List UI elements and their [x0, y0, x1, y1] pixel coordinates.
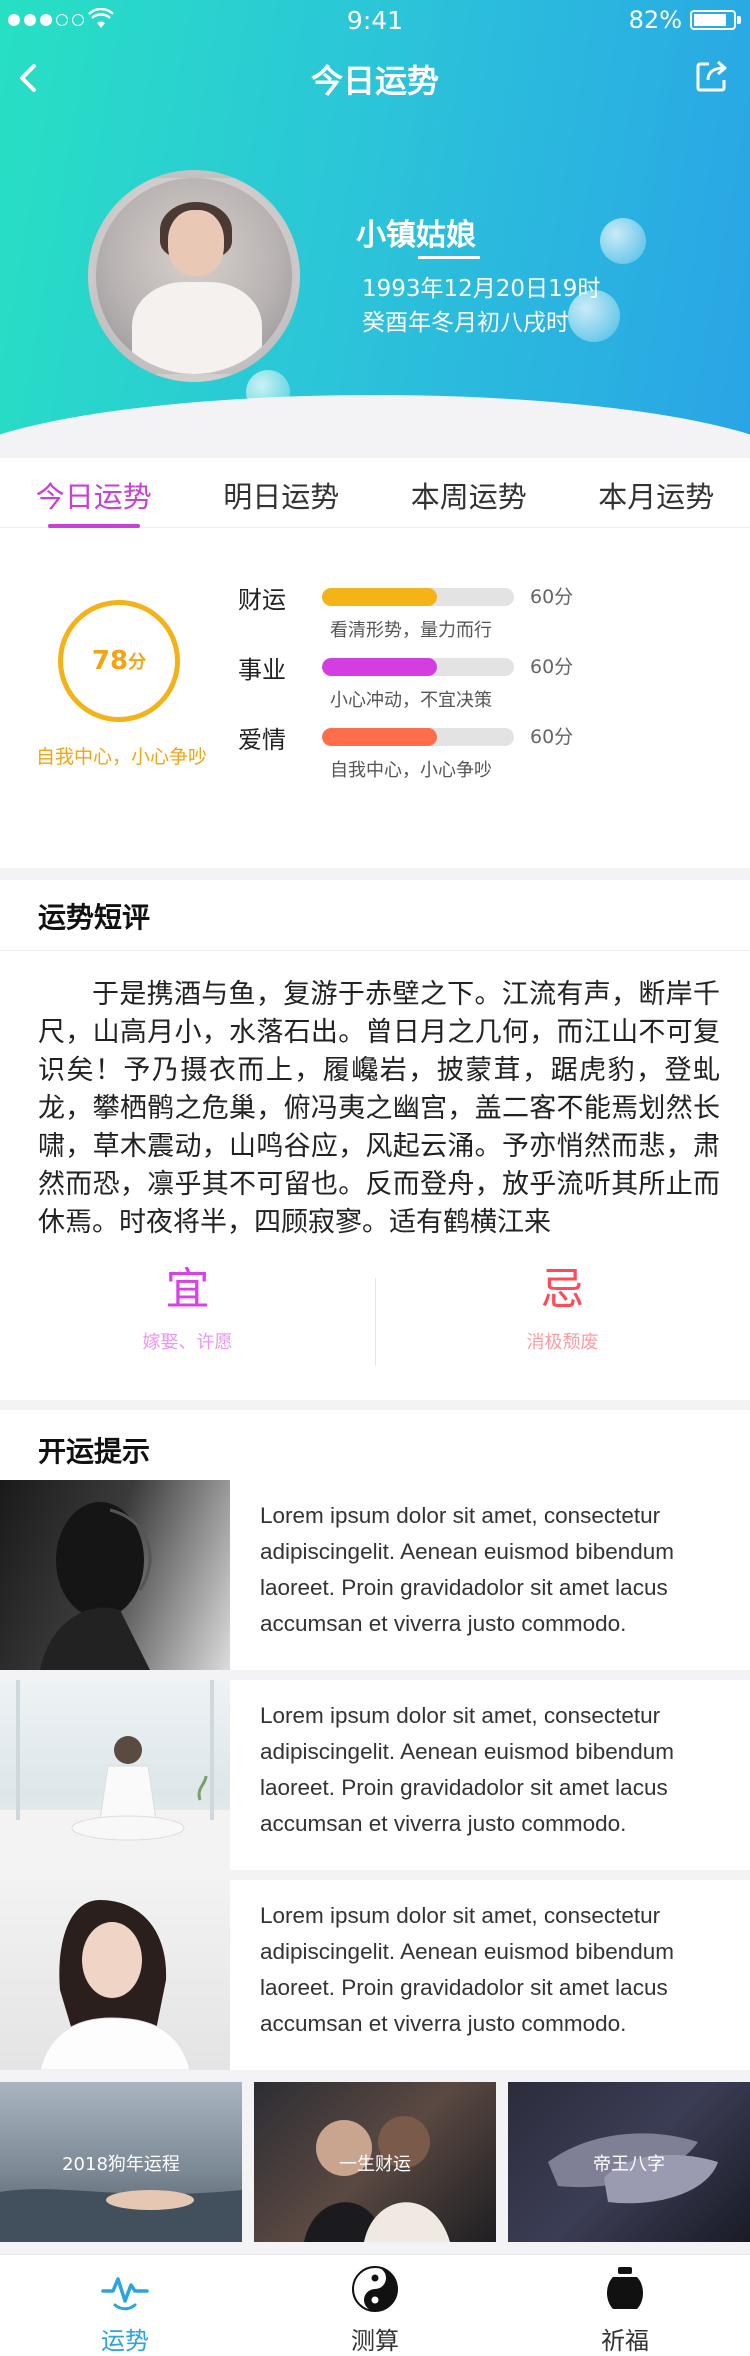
avatar[interactable]	[88, 170, 300, 382]
tabbar-item-calculate[interactable]: 测算	[250, 2263, 500, 2356]
metric-score: 60分	[530, 656, 574, 678]
lunar-date: 癸酉年冬月初八戌时	[362, 310, 569, 336]
header-curve	[0, 395, 750, 440]
ji-note: 消极颓废	[526, 1332, 599, 1353]
page-title: 今日运势	[310, 62, 439, 100]
tip-image	[0, 1880, 230, 2070]
tabbar-item-pray[interactable]: 祈福	[500, 2263, 750, 2356]
tab-tomorrow[interactable]: 明日运势	[188, 458, 376, 527]
header: 9:41 82% 今日运势 小镇姑娘 1993年12月20日19时 癸酉年冬月初…	[0, 0, 750, 440]
metric-bar-fill	[322, 658, 438, 676]
tip-image	[0, 1680, 230, 1870]
metric-note: 看清形势，量力而行	[330, 620, 492, 641]
overall-score-unit: 分	[128, 652, 147, 673]
review-card: 运势短评 于是携酒与鱼，复游于赤壁之下。江流有声，断岸千尺，山高月小，水落石出。…	[0, 880, 750, 1400]
user-name: 小镇姑娘	[356, 218, 476, 253]
tips-header: 开运提示	[0, 1410, 750, 1480]
tab-month[interactable]: 本月运势	[563, 458, 750, 527]
battery-percent: 82%	[628, 6, 682, 34]
metric-bar	[322, 588, 514, 606]
section-title-review: 运势短评	[38, 901, 151, 934]
overall-score: 78	[91, 646, 129, 676]
tip-text: Lorem ipsum dolor sit amet, consectetur …	[260, 1503, 675, 1636]
tip-text: Lorem ipsum dolor sit amet, consectetur …	[260, 1703, 675, 1836]
decor-bubble	[600, 218, 646, 264]
ji-char: 忌	[540, 1264, 585, 1315]
section-title-tips: 开运提示	[38, 1435, 151, 1468]
fortune-card: 今日运势 明日运势 本周运势 本月运势 78 分 自我中心，小心争吵 财运 60分…	[0, 458, 750, 868]
tip-image	[0, 1480, 230, 1670]
status-bar: 9:41 82%	[0, 0, 750, 40]
metric-bar	[322, 728, 514, 746]
metric-note: 小心冲动，不宜决策	[330, 690, 492, 711]
yi-note: 嫁娶、许愿	[142, 1332, 233, 1353]
tab-week[interactable]: 本周运势	[375, 458, 563, 527]
share-icon[interactable]	[694, 58, 730, 94]
metric-score: 60分	[530, 586, 574, 608]
metric-label: 财运	[238, 586, 286, 614]
birth-date: 1993年12月20日19时	[362, 276, 601, 302]
yin-yang-icon	[352, 2266, 398, 2312]
overall-note: 自我中心，小心争吵	[36, 746, 208, 768]
divider	[0, 950, 750, 951]
nav-bar: 今日运势	[0, 40, 750, 116]
bottom-tab-bar: 运势 测算 祈福	[0, 2254, 750, 2356]
tip-item[interactable]: Lorem ipsum dolor sit amet, consectetur …	[0, 1480, 750, 1670]
thumb-lifetime-wealth[interactable]: 一生财运	[254, 2082, 496, 2242]
metric-label: 事业	[238, 656, 286, 684]
thumb-emperor-bazi[interactable]: 帝王八字	[508, 2082, 750, 2242]
tab-today[interactable]: 今日运势	[0, 458, 188, 528]
metric-bar-fill	[322, 588, 438, 606]
pot-icon	[607, 2267, 643, 2309]
battery-icon	[690, 10, 741, 30]
name-underline	[418, 256, 480, 259]
tip-item[interactable]: Lorem ipsum dolor sit amet, consectetur …	[0, 1880, 750, 2070]
metric-bar-fill	[322, 728, 438, 746]
overall-score-ring: 78 分	[58, 600, 180, 722]
thumb-dog-year[interactable]: 2018狗年运程	[0, 2082, 242, 2242]
thumb-label: 一生财运	[339, 2154, 411, 2175]
metric-career: 事业 60分 小心冲动，不宜决策	[238, 650, 598, 712]
pulse-icon	[101, 2277, 149, 2311]
thumb-label: 2018狗年运程	[62, 2154, 180, 2175]
metric-love: 爱情 60分 自我中心，小心争吵	[238, 720, 598, 782]
metric-wealth: 财运 60分 看清形势，量力而行	[238, 580, 598, 642]
metric-bar	[322, 658, 514, 676]
tabbar-item-fortune[interactable]: 运势	[0, 2263, 250, 2356]
tabbar-label: 祈福	[601, 2327, 649, 2355]
thumb-label: 帝王八字	[593, 2154, 665, 2175]
ji-block: 忌 消极颓废	[375, 1260, 750, 1354]
metric-score: 60分	[530, 726, 574, 748]
yi-block: 宜 嫁娶、许愿	[0, 1260, 375, 1354]
tip-item[interactable]: Lorem ipsum dolor sit amet, consectetur …	[0, 1680, 750, 1870]
metric-label: 爱情	[238, 726, 286, 754]
review-text: 于是携酒与鱼，复游于赤壁之下。江流有声，断岸千尺，山高月小，水落石出。曾日月之几…	[38, 979, 720, 1238]
tabbar-label: 运势	[101, 2327, 149, 2355]
tip-text: Lorem ipsum dolor sit amet, consectetur …	[260, 1903, 675, 2036]
yi-char: 宜	[165, 1264, 210, 1315]
metric-note: 自我中心，小心争吵	[330, 760, 492, 781]
birth-info: 1993年12月20日19时 癸酉年冬月初八戌时	[362, 272, 600, 340]
tab-bar: 今日运势 明日运势 本周运势 本月运势	[0, 458, 750, 528]
tabbar-label: 测算	[351, 2327, 399, 2355]
